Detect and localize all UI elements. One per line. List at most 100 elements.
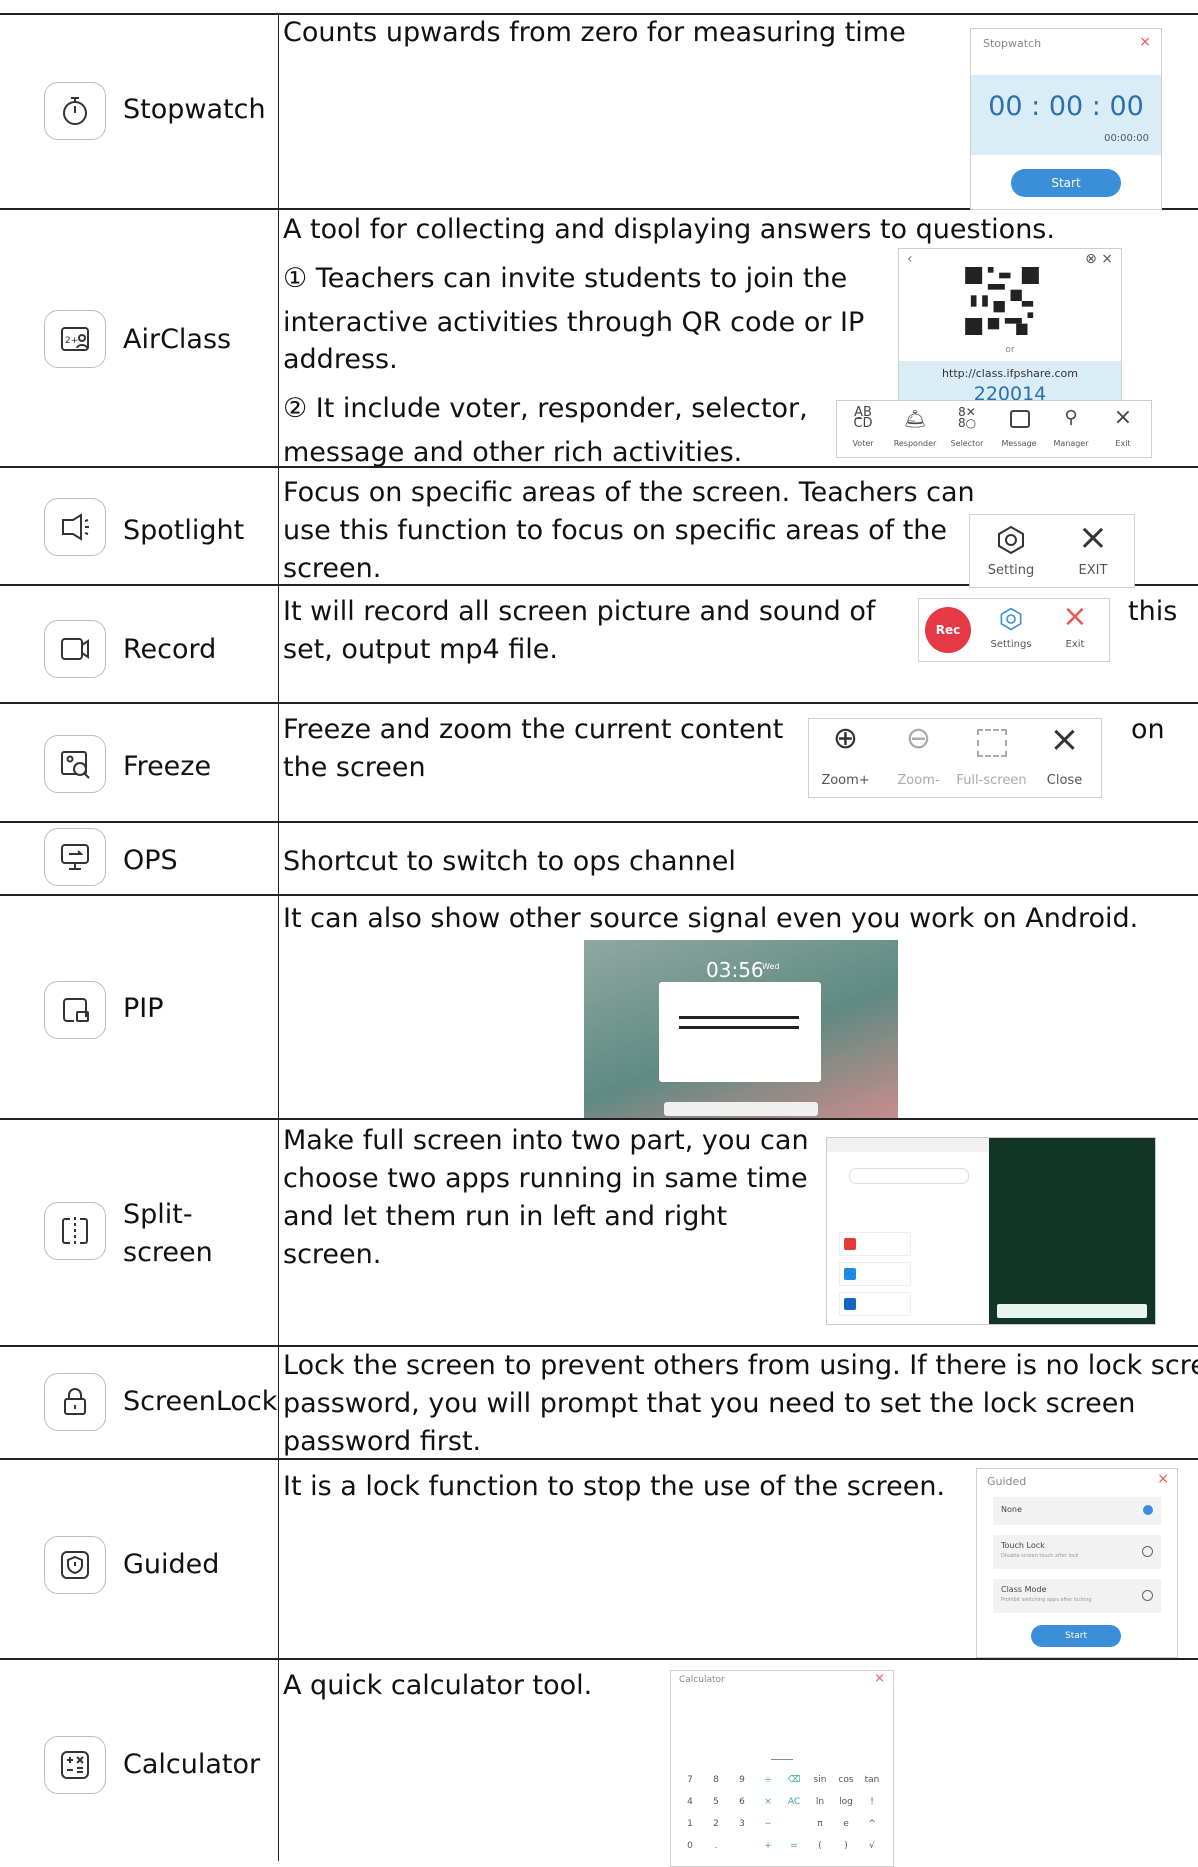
calc-key[interactable]: ln xyxy=(807,1797,833,1807)
calc-key[interactable]: + xyxy=(755,1841,781,1851)
guided-label: Guided xyxy=(123,1549,220,1580)
exit-icon: × xyxy=(1077,517,1109,558)
start-button[interactable]: Start xyxy=(1031,1625,1121,1647)
stopwatch-screenshot: Stopwatch × 00 : 00 : 00 00:00:00 Start xyxy=(970,28,1162,210)
exit-label: Exit xyxy=(1065,639,1085,650)
calc-key[interactable]: ÷ xyxy=(755,1775,781,1785)
voter-label: Voter xyxy=(852,439,874,448)
calc-key[interactable]: 2 xyxy=(703,1819,729,1829)
selector-label: Selector xyxy=(950,439,984,448)
rec-button[interactable]: Rec xyxy=(925,607,971,653)
calc-key[interactable]: ^ xyxy=(859,1819,885,1829)
airclass-desc-line-1: A tool for collecting and displaying ans… xyxy=(283,214,1055,245)
calc-key[interactable]: 8 xyxy=(703,1775,729,1785)
calc-key[interactable]: AC xyxy=(781,1797,807,1807)
calc-key[interactable]: ! xyxy=(859,1797,885,1807)
close-label: Close xyxy=(1046,773,1083,788)
manager-button[interactable]: ⚲ Manager xyxy=(1045,401,1097,457)
calc-key[interactable]: 6 xyxy=(729,1797,755,1807)
app-dock xyxy=(997,1304,1147,1318)
start-button[interactable]: Start xyxy=(1011,169,1121,197)
bookmark-item xyxy=(839,1232,911,1256)
split-desc-line-2: choose two apps running in same time xyxy=(283,1163,808,1194)
calc-key[interactable]: 1 xyxy=(677,1819,703,1829)
browser-search-box xyxy=(849,1168,969,1184)
exit-icon: × xyxy=(1113,405,1133,430)
calc-key[interactable]: 5 xyxy=(703,1797,729,1807)
back-icon: ‹ xyxy=(907,251,913,267)
stopwatch-description: Counts upwards from zero for measuring t… xyxy=(283,17,906,48)
calc-key[interactable]: tan xyxy=(859,1775,885,1785)
table-border xyxy=(0,821,1198,823)
freeze-desc-line-1: Freeze and zoom the current content xyxy=(283,714,784,745)
calc-key[interactable]: sin xyxy=(807,1775,833,1785)
airclass-desc-line-4: address. xyxy=(283,344,398,375)
split-screen-label-line-1: Split- xyxy=(123,1199,193,1230)
spotlight-label: Spotlight xyxy=(123,515,245,546)
split-screen-icon xyxy=(44,1202,106,1260)
calc-key[interactable]: cos xyxy=(833,1775,859,1785)
guided-option-none[interactable]: None xyxy=(993,1497,1161,1525)
airclass-url: http://class.ifpshare.com xyxy=(942,367,1078,380)
message-icon xyxy=(1010,410,1030,428)
table-border xyxy=(0,1118,1198,1120)
zoom-in-button[interactable]: ⊕ Zoom+ xyxy=(809,719,882,797)
airclass-desc-line-6: message and other rich activities. xyxy=(283,437,743,468)
pip-dock xyxy=(664,1102,818,1116)
manager-icon: ⚲ xyxy=(1064,407,1078,428)
calc-key[interactable]: 9 xyxy=(729,1775,755,1785)
setting-button[interactable]: Setting xyxy=(970,515,1052,587)
calculator-description: A quick calculator tool. xyxy=(283,1670,593,1701)
pip-window xyxy=(659,982,821,1082)
selector-icon: 8✕ 8○ xyxy=(957,405,977,430)
pip-day: Wed xyxy=(762,962,780,971)
calc-key[interactable]: ) xyxy=(833,1841,859,1851)
voter-button[interactable]: A̲B CD Voter xyxy=(837,401,889,457)
airclass-desc-line-5: ② It include voter, responder, selector, xyxy=(283,393,808,424)
close-button[interactable]: × Close xyxy=(1028,719,1101,797)
close-icon: × xyxy=(1049,719,1080,760)
settings-label: Settings xyxy=(990,639,1032,650)
message-button[interactable]: Message xyxy=(993,401,1045,457)
spotlight-exit-button[interactable]: × EXIT xyxy=(1052,515,1134,587)
screenlock-desc-line-2: password, you will prompt that you need … xyxy=(283,1388,1136,1419)
voter-icon: A̲B CD xyxy=(853,405,873,431)
responder-icon: 🛎 xyxy=(903,409,927,430)
freeze-label: Freeze xyxy=(123,751,212,782)
calc-key[interactable]: 4 xyxy=(677,1797,703,1807)
table-border xyxy=(0,894,1198,896)
calc-key[interactable]: ⌫ xyxy=(781,1775,807,1785)
calculator-screenshot: Calculator × 7 8 9 ÷ ⌫ sin cos tan 4 5 6 × AC ln log! 1… xyxy=(670,1670,894,1867)
manager-label: Manager xyxy=(1053,439,1089,448)
settings-button[interactable]: Settings xyxy=(979,599,1043,661)
shield-icon xyxy=(44,1536,106,1594)
guided-option-touch-lock[interactable]: Touch Lock Disable screen touch after lo… xyxy=(993,1535,1161,1569)
responder-label: Responder xyxy=(893,439,937,448)
calc-key[interactable]: = xyxy=(781,1841,807,1851)
spotlight-toolbar: Setting × EXIT xyxy=(969,514,1135,588)
full-screen-button[interactable]: Full-screen xyxy=(955,719,1028,797)
calc-key[interactable]: ( xyxy=(807,1841,833,1851)
selector-button[interactable]: 8✕ 8○ Selector xyxy=(941,401,993,457)
setting-icon xyxy=(998,525,1024,555)
calc-key[interactable]: 3 xyxy=(729,1819,755,1829)
calc-key[interactable]: 7 xyxy=(677,1775,703,1785)
split-desc-line-1: Make full screen into two part, you can xyxy=(283,1125,809,1156)
calc-key[interactable]: − xyxy=(755,1819,781,1829)
record-toolbar: Rec Settings × Exit xyxy=(918,598,1110,662)
calc-key[interactable]: √ xyxy=(859,1841,885,1851)
calc-key[interactable]: log xyxy=(833,1797,859,1807)
calc-key[interactable]: e xyxy=(833,1819,859,1829)
calc-key[interactable]: × xyxy=(755,1797,781,1807)
record-exit-button[interactable]: × Exit xyxy=(1043,599,1107,661)
full-screen-label: Full-screen xyxy=(956,773,1027,788)
responder-button[interactable]: 🛎 Responder xyxy=(889,401,941,457)
calc-key[interactable]: 0 xyxy=(677,1841,703,1851)
guided-option-class-mode[interactable]: Class Mode Prohibit switching apps after… xyxy=(993,1579,1161,1613)
zoom-out-button[interactable]: ⊖ Zoom- xyxy=(882,719,955,797)
calculator-keypad: 7 8 9 ÷ ⌫ sin cos tan 4 5 6 × AC ln log! 1 2 3− π e ^ 0. + =() √ xyxy=(677,1775,887,1865)
calc-key[interactable]: . xyxy=(703,1841,729,1851)
calc-key[interactable]: π xyxy=(807,1819,833,1829)
exit-button[interactable]: × Exit xyxy=(1097,401,1149,457)
cable-image xyxy=(679,1026,799,1029)
